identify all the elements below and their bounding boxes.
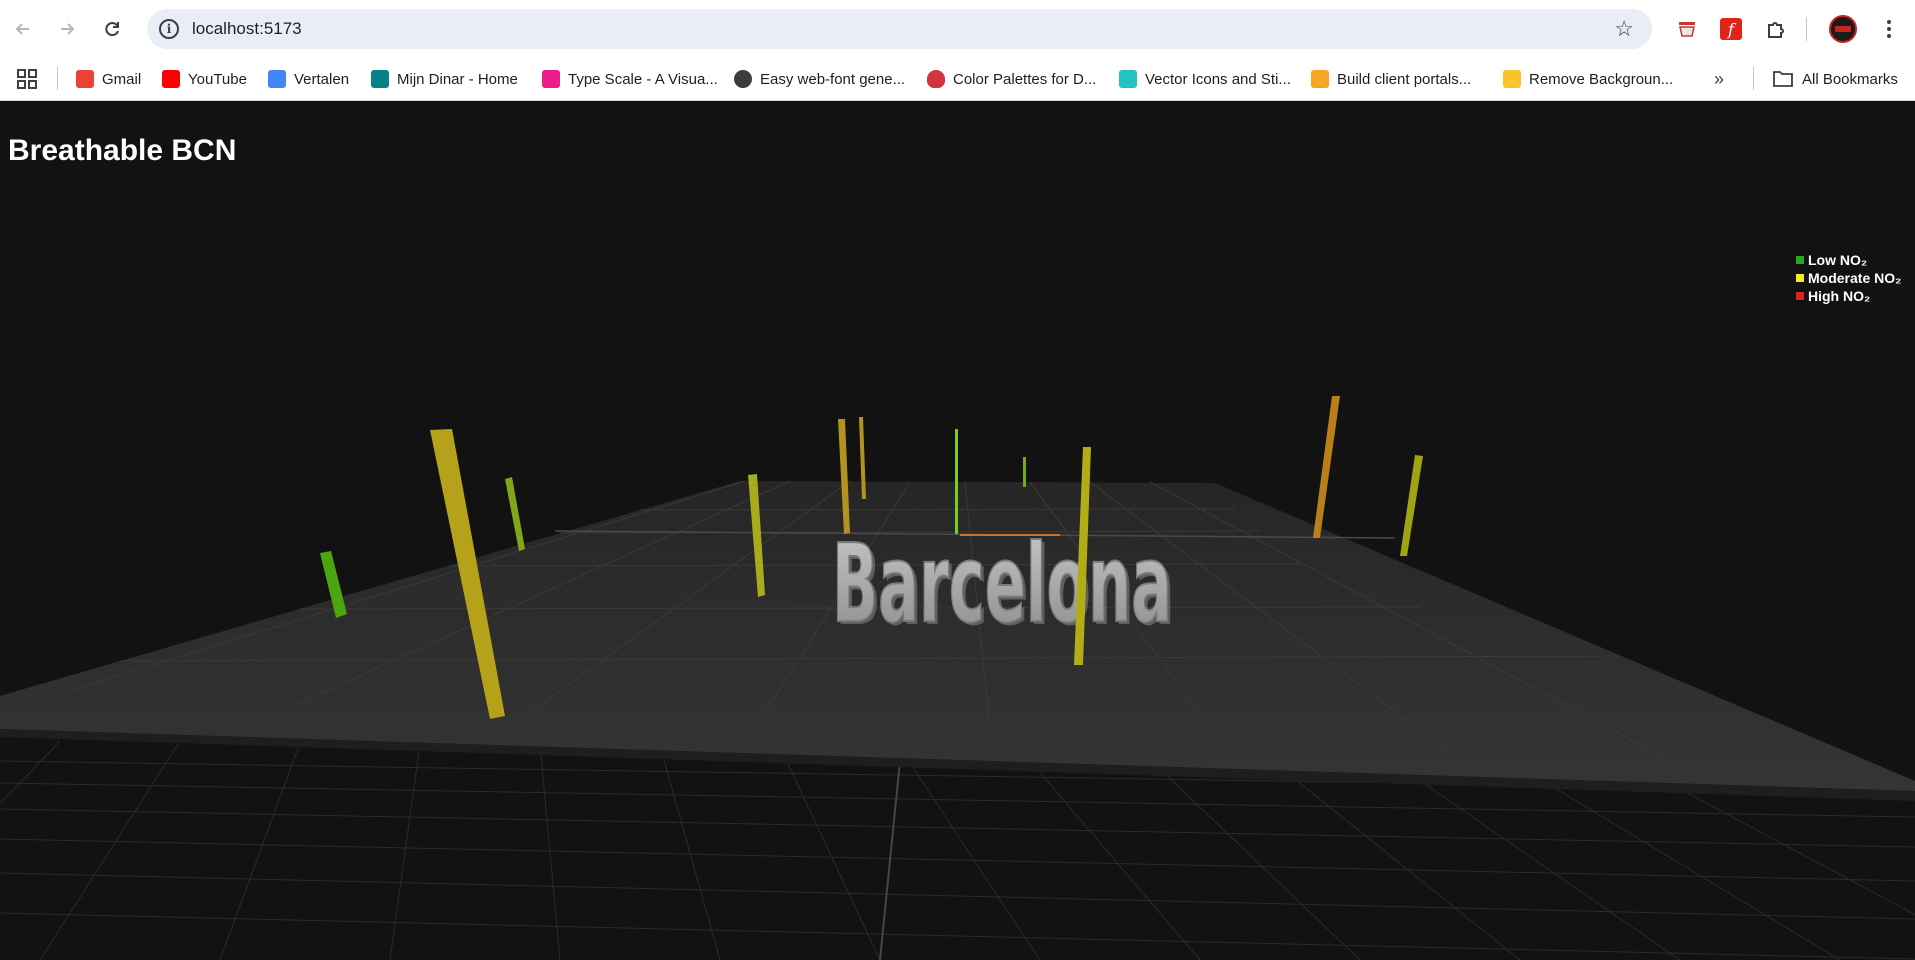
legend-item-moderate: Moderate NO₂ xyxy=(1796,269,1901,287)
reload-icon xyxy=(105,22,119,37)
bookmark-label: Remove Backgroun... xyxy=(1529,70,1674,88)
arrow-right-icon xyxy=(61,23,75,35)
bookmark-star-icon[interactable]: ☆ xyxy=(1614,16,1634,42)
bookmarks-divider xyxy=(57,66,58,90)
legend-item-low: Low NO₂ xyxy=(1796,251,1901,269)
all-bookmarks-folder[interactable]: All Bookmarks xyxy=(1772,66,1898,92)
legend-swatch-moderate xyxy=(1796,274,1804,282)
no2-bar-moderate xyxy=(1400,455,1423,556)
gmail-icon xyxy=(76,70,94,88)
bookmark-label: Build client portals... xyxy=(1337,70,1472,88)
browser-toolbar: i localhost:5173 ☆ f xyxy=(0,0,1915,58)
legend-label-low: Low NO₂ xyxy=(1808,252,1868,268)
legend-item-high: High NO₂ xyxy=(1796,287,1901,305)
bookmark-item[interactable]: Vertalen xyxy=(268,66,349,92)
bookmarks-bar: Gmail YouTube Vertalen Mijn Dinar - Home… xyxy=(0,58,1915,100)
translate-icon xyxy=(268,70,286,88)
sharepoint-icon xyxy=(371,70,389,88)
bookmark-label: Mijn Dinar - Home xyxy=(397,70,518,88)
svg-text:Barcelona: Barcelona xyxy=(832,522,1172,647)
browser-menu-icon[interactable] xyxy=(1874,14,1904,44)
folder-icon xyxy=(1773,71,1793,87)
toolbar-divider xyxy=(1806,17,1807,41)
portal-icon xyxy=(1311,70,1329,88)
air-quality-scene[interactable]: Barcelona Barcelona xyxy=(0,101,1915,960)
bookmark-item[interactable]: Color Palettes for D... xyxy=(927,66,1096,92)
legend-label-high: High NO₂ xyxy=(1808,288,1871,304)
three-d-canvas[interactable]: Barcelona Barcelona Breathable BCN Low N… xyxy=(0,101,1915,960)
bookmark-label: Gmail xyxy=(102,70,142,88)
bookmark-item[interactable]: Build client portals... xyxy=(1311,66,1471,92)
no2-legend: Low NO₂ Moderate NO₂ High NO₂ xyxy=(1796,251,1901,305)
apps-grid-icon[interactable] xyxy=(16,66,38,92)
profile-avatar[interactable] xyxy=(1828,14,1858,44)
bookmark-label: Easy web-font gene... xyxy=(760,70,906,88)
bookmark-label: Vertalen xyxy=(294,70,350,88)
typescale-icon xyxy=(542,70,560,88)
bookmark-label: YouTube xyxy=(188,70,247,88)
fontsquirrel-icon xyxy=(734,70,752,88)
address-bar[interactable]: i localhost:5173 ☆ xyxy=(147,9,1652,49)
bookmark-label: Vector Icons and Sti... xyxy=(1145,70,1291,88)
no2-bar-low xyxy=(1023,457,1026,487)
arrow-left-icon xyxy=(15,23,29,35)
browser-chrome: i localhost:5173 ☆ f Gmail YouTube Verta… xyxy=(0,0,1915,101)
site-info-icon[interactable]: i xyxy=(159,19,179,39)
flaticon-icon xyxy=(1119,70,1137,88)
no2-bar-low xyxy=(505,477,525,551)
extension-shield-icon[interactable] xyxy=(1672,14,1702,44)
forward-button[interactable] xyxy=(52,14,82,44)
no2-bar-moderate xyxy=(1313,396,1340,538)
bookmark-item[interactable]: Mijn Dinar - Home xyxy=(371,66,518,92)
removebg-icon xyxy=(1503,70,1521,88)
extensions-puzzle-icon[interactable] xyxy=(1761,14,1791,44)
bookmark-item[interactable]: Remove Backgroun... xyxy=(1503,66,1673,92)
reload-button[interactable] xyxy=(97,14,127,44)
youtube-icon xyxy=(162,70,180,88)
legend-label-moderate: Moderate NO₂ xyxy=(1808,270,1902,286)
bookmark-item[interactable]: Easy web-font gene... xyxy=(734,66,905,92)
legend-swatch-low xyxy=(1796,256,1804,264)
bookmark-item[interactable]: Gmail xyxy=(76,66,141,92)
colorhunt-icon xyxy=(927,70,945,88)
legend-swatch-high xyxy=(1796,292,1804,300)
more-bookmarks-chevron-icon[interactable]: » xyxy=(1714,66,1724,92)
back-button[interactable] xyxy=(8,14,38,44)
bookmarks-divider xyxy=(1753,66,1754,90)
bookmark-item[interactable]: Type Scale - A Visua... xyxy=(542,66,718,92)
extension-flash-icon[interactable]: f xyxy=(1716,14,1746,44)
bookmark-item[interactable]: Vector Icons and Sti... xyxy=(1119,66,1291,92)
app-title: Breathable BCN xyxy=(8,134,237,167)
bookmark-label: Color Palettes for D... xyxy=(953,70,1097,88)
no2-bar-low xyxy=(955,429,958,534)
all-bookmarks-label: All Bookmarks xyxy=(1802,70,1898,88)
address-url: localhost:5173 xyxy=(192,19,302,38)
barcelona-3d-text: Barcelona Barcelona xyxy=(831,521,1175,650)
bookmark-item[interactable]: YouTube xyxy=(162,66,247,92)
bookmark-label: Type Scale - A Visua... xyxy=(568,70,718,88)
